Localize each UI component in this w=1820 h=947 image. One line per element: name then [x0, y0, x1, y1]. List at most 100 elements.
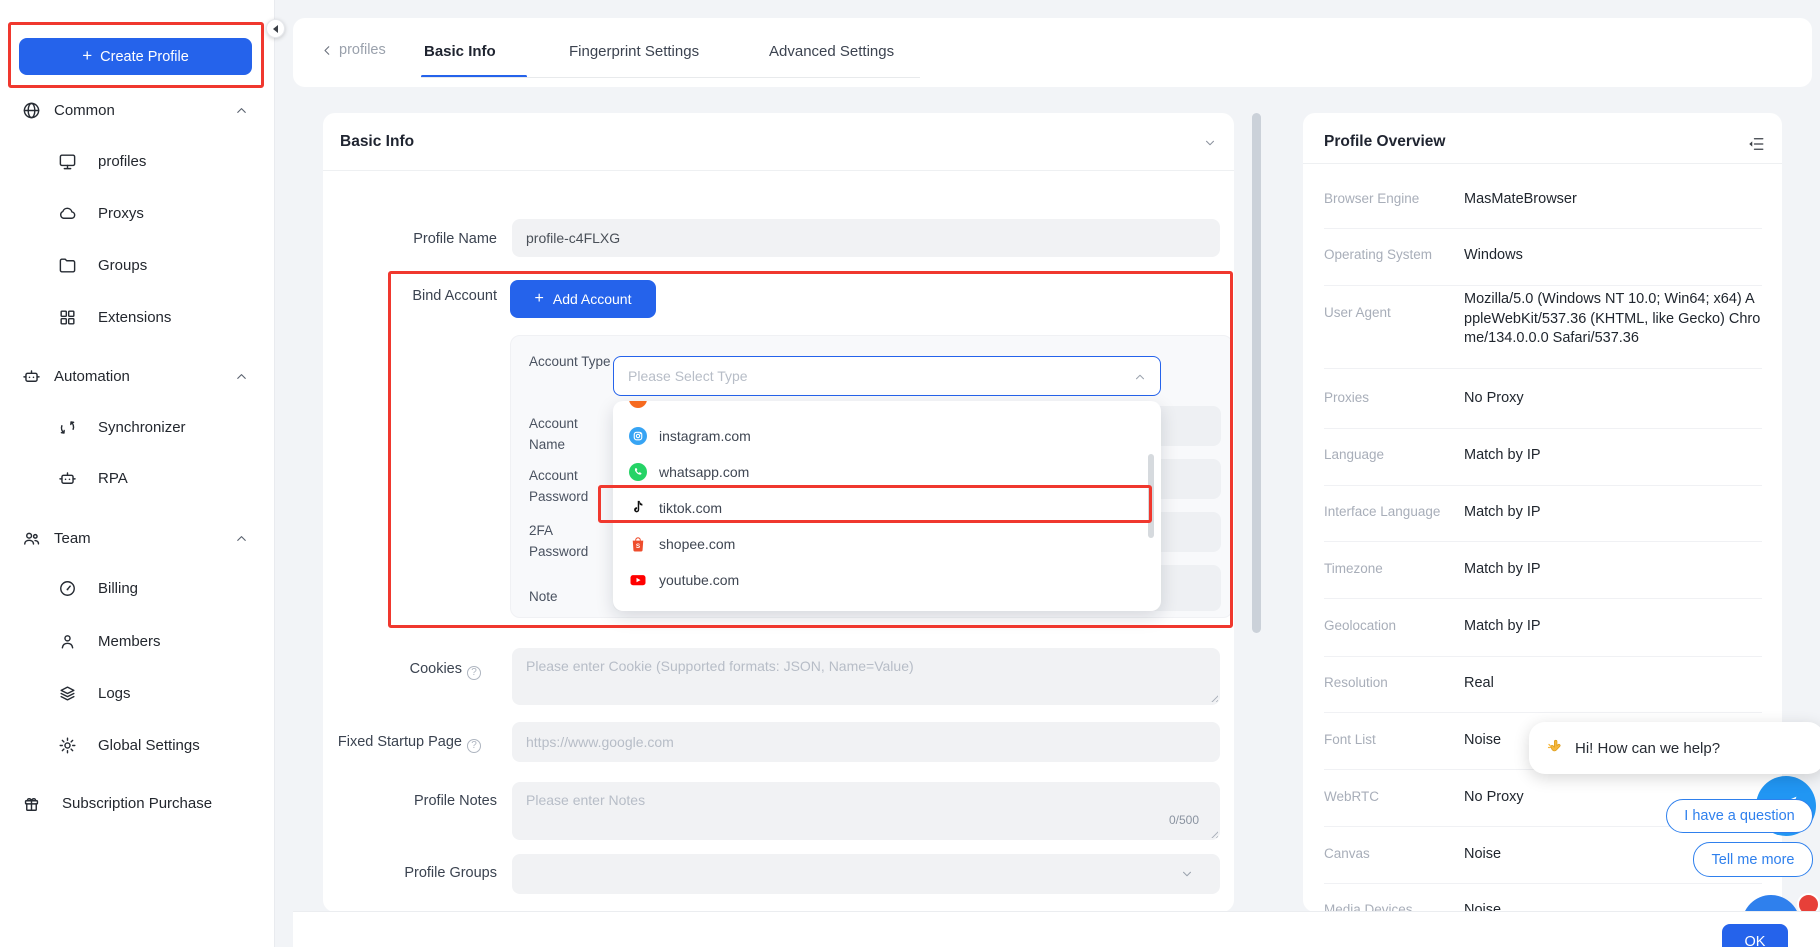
- sidebar-item-billing[interactable]: Billing: [0, 575, 275, 601]
- account-type-select[interactable]: Please Select Type: [613, 356, 1161, 396]
- create-profile-button[interactable]: + Create Profile: [19, 38, 252, 75]
- ov-label: Timezone: [1324, 561, 1459, 576]
- sidebar-item-groups[interactable]: Groups: [0, 252, 275, 278]
- row-divider: [1324, 712, 1762, 713]
- chevron-down-icon[interactable]: [1203, 136, 1217, 150]
- robot-icon: [22, 367, 41, 386]
- sidebar-item-label: Logs: [98, 685, 131, 702]
- add-account-button[interactable]: + Add Account: [510, 280, 656, 318]
- ov-label: Resolution: [1324, 675, 1459, 690]
- person-icon: [58, 632, 77, 651]
- sidebar-item-label: Synchronizer: [98, 419, 186, 436]
- collapse-panel-icon[interactable]: [1746, 135, 1766, 153]
- ov-value: Windows: [1464, 246, 1762, 266]
- sidebar-item-extensions[interactable]: Extensions: [0, 304, 275, 330]
- sidebar-item-proxys[interactable]: Proxys: [0, 200, 275, 226]
- row-divider: [1324, 228, 1762, 229]
- ov-value: Match by IP: [1464, 560, 1762, 580]
- help-icon[interactable]: ?: [467, 739, 481, 753]
- sidebar-item-subscription-purchase[interactable]: Subscription Purchase: [0, 790, 275, 816]
- chevron-up-icon: [234, 369, 249, 384]
- profile-overview-panel: Profile Overview Browser Engine MasMateB…: [1303, 113, 1782, 912]
- ov-label: Interface Language: [1324, 504, 1459, 519]
- sidebar-section-label: Common: [54, 102, 115, 119]
- fixed-startup-page-input[interactable]: [512, 722, 1220, 762]
- back-to-profiles[interactable]: profiles: [320, 42, 386, 58]
- sidebar-section-automation[interactable]: Automation: [0, 363, 275, 389]
- ov-value: Mozilla/5.0 (Windows NT 10.0; Win64; x64…: [1464, 290, 1762, 349]
- account-type-dropdown: instagram.com whatsapp.com tiktok.com S …: [613, 401, 1161, 611]
- dropdown-option-youtube[interactable]: youtube.com: [613, 562, 1161, 598]
- sidebar-item-label: Extensions: [98, 309, 171, 326]
- ov-label: Canvas: [1324, 846, 1459, 861]
- chat-quick-reply-more[interactable]: Tell me more: [1693, 842, 1813, 877]
- sidebar-item-label: Subscription Purchase: [62, 795, 212, 812]
- row-divider: [1324, 598, 1762, 599]
- sidebar-collapse-button[interactable]: [266, 19, 285, 38]
- account-password-label: Account Password: [529, 465, 613, 507]
- profile-notes-textarea[interactable]: [512, 782, 1220, 840]
- sidebar-item-members[interactable]: Members: [0, 628, 275, 654]
- svg-text:S: S: [636, 543, 640, 550]
- ov-label: Operating System: [1324, 247, 1459, 262]
- profile-groups-select[interactable]: [512, 854, 1220, 894]
- create-profile-label: Create Profile: [100, 49, 189, 65]
- dropdown-option-tiktok[interactable]: tiktok.com: [613, 490, 1161, 526]
- ov-value: No Proxy: [1464, 389, 1762, 409]
- tab-advanced-settings[interactable]: Advanced Settings: [769, 43, 894, 60]
- tab-fingerprint-settings[interactable]: Fingerprint Settings: [569, 43, 699, 60]
- ov-value: Match by IP: [1464, 503, 1762, 523]
- profile-groups-label: Profile Groups: [317, 865, 497, 881]
- layers-icon: [58, 684, 77, 703]
- sidebar-section-team[interactable]: Team: [0, 525, 275, 551]
- dropdown-option-whatsapp[interactable]: whatsapp.com: [613, 454, 1161, 490]
- folder-icon: [58, 256, 77, 275]
- ov-label: User Agent: [1324, 305, 1459, 320]
- plus-icon: +: [535, 290, 544, 308]
- sidebar-item-global-settings[interactable]: Global Settings: [0, 732, 275, 758]
- add-account-label: Add Account: [553, 291, 632, 307]
- panel-divider: [1303, 163, 1782, 164]
- sync-icon: [58, 418, 77, 437]
- sidebar-item-logs[interactable]: Logs: [0, 680, 275, 706]
- sidebar-item-label: profiles: [98, 153, 146, 170]
- profile-name-input[interactable]: [512, 219, 1220, 257]
- dropdown-option-label: youtube.com: [659, 572, 739, 588]
- card-divider: [323, 170, 1234, 171]
- bind-account-panel: Account Type Account Name Account Passwo…: [510, 335, 1233, 618]
- chat-greeting-text: Hi! How can we help?: [1575, 740, 1720, 757]
- dropdown-option-instagram[interactable]: instagram.com: [613, 418, 1161, 454]
- sidebar-section-label: Automation: [54, 368, 130, 385]
- sidebar-item-synchronizer[interactable]: Synchronizer: [0, 414, 275, 440]
- ov-label: Language: [1324, 447, 1459, 462]
- chevron-up-icon: [1133, 370, 1147, 384]
- sidebar: + Create Profile Common profiles Proxys: [0, 0, 275, 947]
- notes-char-counter: 0/500: [1169, 813, 1199, 827]
- grid-icon: [58, 308, 77, 327]
- ov-label: Geolocation: [1324, 618, 1459, 633]
- cookies-textarea[interactable]: [512, 648, 1220, 705]
- sidebar-item-profiles[interactable]: profiles: [0, 148, 275, 174]
- card-title: Basic Info: [340, 133, 414, 151]
- ov-value: Noise: [1464, 901, 1762, 912]
- gear-icon: [58, 736, 77, 755]
- ov-label: Browser Engine: [1324, 191, 1459, 206]
- cookies-label: Cookies?: [301, 661, 481, 680]
- help-icon[interactable]: ?: [467, 666, 481, 680]
- ov-value: Match by IP: [1464, 617, 1762, 637]
- whatsapp-icon: [629, 463, 647, 481]
- profile-notes-label: Profile Notes: [317, 793, 497, 809]
- sidebar-section-common[interactable]: Common: [0, 97, 275, 123]
- youtube-icon: [629, 571, 647, 589]
- chat-quick-reply-question[interactable]: I have a question: [1666, 799, 1813, 833]
- dropdown-option-shopee[interactable]: S shopee.com: [613, 526, 1161, 562]
- sidebar-item-rpa[interactable]: RPA: [0, 465, 275, 491]
- ok-button[interactable]: OK: [1722, 924, 1788, 947]
- dropdown-scrollbar[interactable]: [1148, 454, 1154, 538]
- basic-info-card: Basic Info Profile Name Bind Account + A…: [323, 113, 1234, 912]
- ov-label: Proxies: [1324, 390, 1459, 405]
- main-scrollbar[interactable]: [1252, 113, 1261, 633]
- globe-icon: [22, 101, 41, 120]
- dropdown-option-label: tiktok.com: [659, 500, 722, 516]
- tab-basic-info[interactable]: Basic Info: [424, 43, 496, 60]
